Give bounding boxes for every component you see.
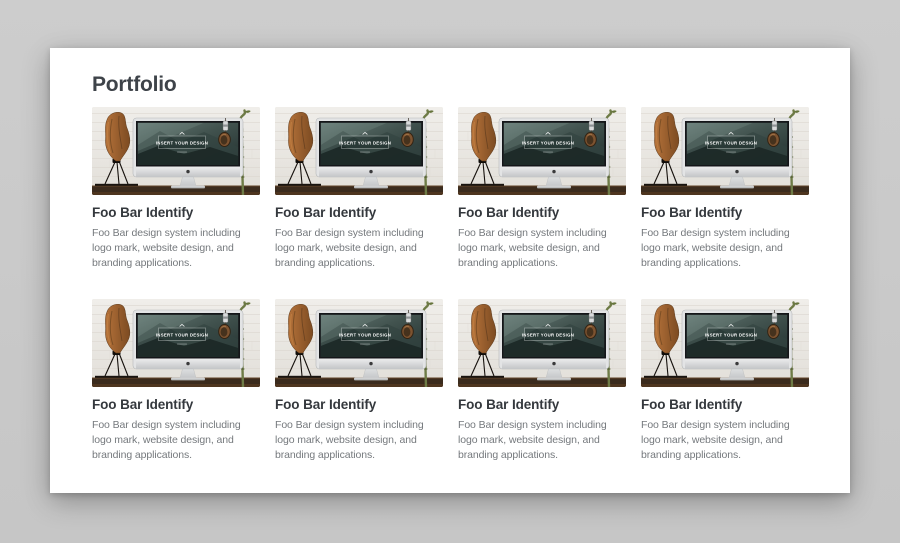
card-description: Foo Bar design system including logo mar… [275, 418, 443, 463]
card-description: Foo Bar design system including logo mar… [641, 226, 809, 271]
imac-mockup-illustration [458, 107, 626, 195]
card-description: Foo Bar design system including logo mar… [92, 226, 260, 271]
imac-mockup-illustration [275, 107, 443, 195]
imac-mockup-illustration [92, 107, 260, 195]
portfolio-card[interactable]: Foo Bar Identify Foo Bar design system i… [275, 299, 443, 463]
card-title: Foo Bar Identify [275, 204, 443, 221]
portfolio-card[interactable]: Foo Bar Identify Foo Bar design system i… [92, 107, 260, 271]
card-description: Foo Bar design system including logo mar… [458, 418, 626, 463]
portfolio-card[interactable]: Foo Bar Identify Foo Bar design system i… [275, 107, 443, 271]
card-title: Foo Bar Identify [641, 204, 809, 221]
imac-mockup-thumbnail[interactable] [275, 107, 443, 195]
portfolio-page: Portfolio Foo Bar Identify Foo Bar desig… [50, 48, 850, 493]
imac-mockup-thumbnail[interactable] [92, 107, 260, 195]
portfolio-card[interactable]: Foo Bar Identify Foo Bar design system i… [458, 107, 626, 271]
portfolio-card[interactable]: Foo Bar Identify Foo Bar design system i… [458, 299, 626, 463]
portfolio-card[interactable]: Foo Bar Identify Foo Bar design system i… [641, 107, 809, 271]
imac-mockup-illustration [275, 299, 443, 387]
imac-mockup-illustration [92, 299, 260, 387]
card-title: Foo Bar Identify [458, 204, 626, 221]
card-title: Foo Bar Identify [641, 396, 809, 413]
imac-mockup-illustration [641, 107, 809, 195]
imac-mockup-thumbnail[interactable] [92, 299, 260, 387]
page-title: Portfolio [92, 72, 809, 98]
imac-mockup-thumbnail[interactable] [275, 299, 443, 387]
portfolio-card[interactable]: Foo Bar Identify Foo Bar design system i… [92, 299, 260, 463]
card-description: Foo Bar design system including logo mar… [92, 418, 260, 463]
imac-mockup-illustration [641, 299, 809, 387]
card-description: Foo Bar design system including logo mar… [275, 226, 443, 271]
desktop-background: Portfolio Foo Bar Identify Foo Bar desig… [0, 0, 900, 543]
card-title: Foo Bar Identify [92, 396, 260, 413]
imac-mockup-thumbnail[interactable] [458, 299, 626, 387]
portfolio-grid: Foo Bar Identify Foo Bar design system i… [92, 107, 809, 463]
imac-mockup-thumbnail[interactable] [641, 299, 809, 387]
card-title: Foo Bar Identify [92, 204, 260, 221]
portfolio-card[interactable]: Foo Bar Identify Foo Bar design system i… [641, 299, 809, 463]
card-description: Foo Bar design system including logo mar… [641, 418, 809, 463]
card-title: Foo Bar Identify [458, 396, 626, 413]
imac-mockup-thumbnail[interactable] [641, 107, 809, 195]
imac-mockup-illustration [458, 299, 626, 387]
card-description: Foo Bar design system including logo mar… [458, 226, 626, 271]
imac-mockup-thumbnail[interactable] [458, 107, 626, 195]
card-title: Foo Bar Identify [275, 396, 443, 413]
